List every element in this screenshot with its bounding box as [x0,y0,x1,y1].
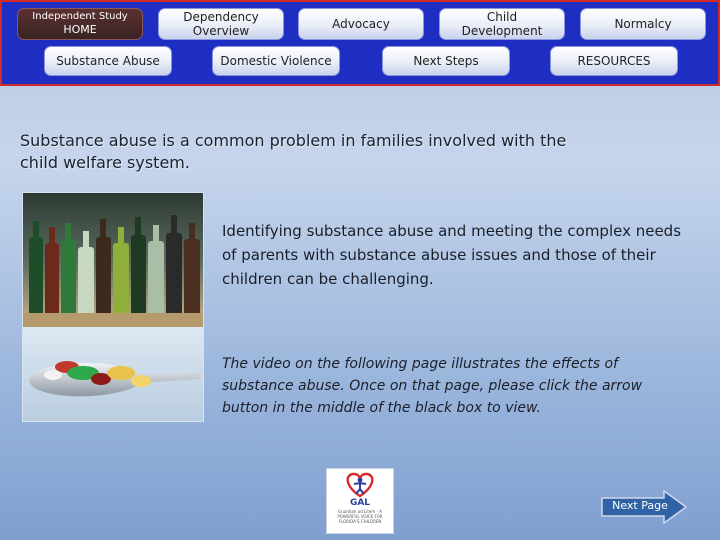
nav-button-dependency-overview[interactable]: Dependency Overview [158,8,284,40]
page-heading: Substance abuse is a common problem in f… [20,131,567,172]
gal-logo-text: GAL [349,498,371,508]
nav-button-child-development[interactable]: Child Development [439,8,565,40]
top-navigation-bar: Independent Study HOME Dependency Overvi… [0,0,720,86]
nav-button-resources[interactable]: RESOURCES [550,46,678,76]
nav-dependency-line1: Dependency [183,10,259,24]
bottles-and-pills-illustration [23,193,203,421]
video-instructions-paragraph: The video on the following page illustra… [222,356,643,416]
nav-button-normalcy[interactable]: Normalcy [580,8,706,40]
next-page-button[interactable]: Next Page [600,490,688,524]
nav-next-steps-label: Next Steps [413,54,479,68]
nav-button-domestic-violence[interactable]: Domestic Violence [212,46,340,76]
nav-domestic-violence-label: Domestic Violence [220,54,332,68]
nav-child-development-line1: Child [486,10,518,24]
heart-figure-icon [346,472,374,498]
nav-button-substance-abuse[interactable]: Substance Abuse [44,46,172,76]
intro-paragraph: Identifying substance abuse and meeting … [222,222,682,288]
next-page-label: Next Page [612,499,668,512]
nav-home-line2: HOME [63,23,97,36]
nav-child-development-line2: Development [461,24,543,38]
nav-dependency-line2: Overview [192,24,250,38]
nav-home-line1: Independent Study [32,11,128,22]
nav-button-next-steps[interactable]: Next Steps [382,46,510,76]
nav-normalcy-label: Normalcy [614,17,672,31]
substance-photo [22,192,204,422]
gal-logo: GAL Guardian ad Litem · A POWERFUL VOICE… [326,468,394,534]
gal-logo-fine-print: Guardian ad Litem · A POWERFUL VOICE FOR… [337,509,383,524]
nav-resources-label: RESOURCES [577,54,651,68]
nav-button-home[interactable]: Independent Study HOME [17,8,143,40]
nav-button-advocacy[interactable]: Advocacy [298,8,424,40]
nav-advocacy-label: Advocacy [332,17,390,31]
nav-substance-abuse-label: Substance Abuse [56,54,160,68]
